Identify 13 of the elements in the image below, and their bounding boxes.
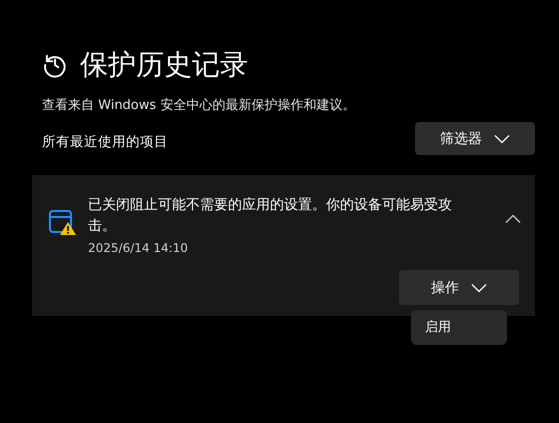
page-title: 保护历史记录 [80,47,248,83]
chevron-down-icon [494,134,510,144]
menu-item[interactable]: 启用 [425,318,493,336]
page-description: 查看来自 Windows 安全中心的最新保护操作和建议。 [42,97,356,114]
actions-button[interactable]: 操作 [399,270,519,305]
chevron-down-icon [471,282,487,292]
filter-button[interactable]: 筛选器 [415,122,535,155]
history-icon [42,52,68,78]
window-warning-icon [49,210,77,236]
event-time: 2025/6/14 14:10 [88,241,189,255]
section-label: 所有最近使用的项目 [42,133,168,151]
event-message: 已关闭阻止可能不需要的应用的设置。你的设备可能易受攻击。 [88,196,453,236]
collapse-toggle-icon[interactable] [505,214,521,224]
